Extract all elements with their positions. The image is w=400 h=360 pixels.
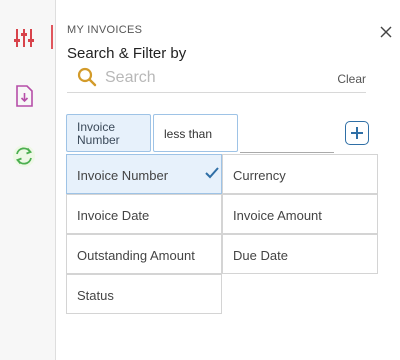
add-filter-button[interactable]	[345, 121, 369, 145]
rail-download-button[interactable]	[8, 80, 40, 112]
filter-value-input[interactable]	[240, 128, 334, 153]
option-label: Due Date	[233, 248, 288, 263]
option-invoice-amount[interactable]: Invoice Amount	[222, 194, 378, 234]
refresh-icon	[13, 145, 35, 167]
panel-title: Search & Filter by	[67, 45, 187, 62]
close-button[interactable]	[378, 24, 394, 40]
document-download-icon	[16, 85, 33, 107]
close-icon	[380, 26, 392, 38]
filter-field-chip[interactable]: Invoice Number	[66, 114, 151, 152]
option-invoice-number[interactable]: Invoice Number	[66, 154, 222, 194]
option-currency[interactable]: Currency	[222, 154, 378, 194]
filter-operator-chip[interactable]: less than	[153, 114, 238, 152]
option-due-date[interactable]: Due Date	[222, 234, 378, 274]
filter-panel: MY INVOICES Search & Filter by Clear Inv…	[57, 0, 400, 360]
option-invoice-date[interactable]: Invoice Date	[66, 194, 222, 234]
option-label: Currency	[233, 168, 286, 183]
plus-icon	[351, 127, 363, 139]
option-label: Invoice Amount	[233, 208, 322, 223]
clear-button[interactable]: Clear	[337, 72, 366, 86]
option-label: Status	[77, 288, 114, 303]
search-input[interactable]	[105, 67, 285, 89]
panel-eyebrow: MY INVOICES	[67, 24, 143, 36]
side-rail	[0, 0, 56, 360]
search-icon	[77, 67, 97, 87]
rail-refresh-button[interactable]	[8, 140, 40, 172]
option-status[interactable]: Status	[66, 274, 222, 314]
option-outstanding-amount[interactable]: Outstanding Amount	[66, 234, 222, 274]
checkmark-icon	[205, 167, 219, 179]
search-bar: Clear	[67, 64, 366, 93]
option-label: Outstanding Amount	[77, 248, 195, 263]
sliders-icon	[14, 29, 34, 47]
option-label: Invoice Number	[77, 168, 169, 183]
option-label: Invoice Date	[77, 208, 150, 223]
rail-filter-button[interactable]	[8, 22, 53, 54]
